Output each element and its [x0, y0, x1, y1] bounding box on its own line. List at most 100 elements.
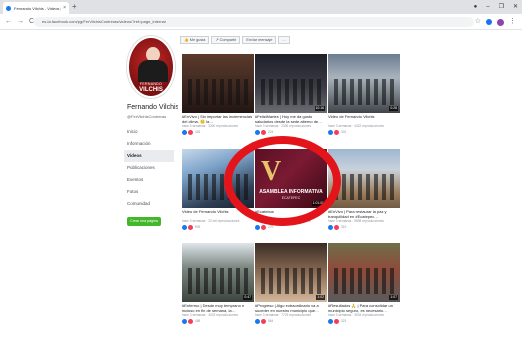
- like-page-button[interactable]: 👍 Me gusta: [180, 36, 210, 44]
- like-reaction-icon: [182, 318, 187, 324]
- video-title[interactable]: #EnVivo | Sin importar las inclemencias …: [182, 114, 254, 124]
- account-icon[interactable]: ●: [474, 1, 478, 13]
- reaction-count: 488: [195, 318, 201, 323]
- thumbnail-banner-sub: ECATEPEC: [281, 196, 301, 200]
- video-title[interactable]: #Enfermo | Desde muy temprano e incluso …: [182, 303, 254, 313]
- video-title[interactable]: #EnVivo | Para restaurar la paz y tranqu…: [328, 209, 400, 219]
- video-card[interactable]: #EnVivo | Sin importar las inclemencias …: [182, 54, 254, 135]
- sidebar-item-0[interactable]: Inicio: [124, 126, 174, 138]
- avatar-caption: FERNANDO: [139, 82, 163, 86]
- thumbnail-people: [261, 79, 321, 105]
- video-reactions[interactable]: 302: [328, 129, 400, 135]
- maximize-button[interactable]: ❐: [499, 1, 504, 13]
- bookmark-star-icon[interactable]: ☆: [475, 17, 481, 27]
- love-reaction-icon: [334, 129, 339, 135]
- video-title[interactable]: Video de Fernando Vilchis: [328, 114, 400, 124]
- video-title[interactable]: #Ecatebus: [255, 209, 327, 219]
- video-reactions[interactable]: 488: [182, 318, 254, 324]
- video-meta: hace 3 semanas · 4322 reproducciones: [328, 124, 384, 128]
- video-reactions[interactable]: 564: [255, 318, 327, 324]
- reaction-count: 224: [268, 129, 274, 134]
- video-card[interactable]: #EnVivo | Para restaurar la paz y tranqu…: [328, 149, 400, 230]
- video-card[interactable]: V ASAMBLEA INFORMATIVA ECATEPEC 1:01:00 #Eca…: [255, 149, 327, 230]
- extension-icon[interactable]: [486, 19, 492, 25]
- reaction-count: 270: [268, 224, 274, 229]
- video-card[interactable]: 0:28 Video de Fernando Vilchis hace 3 sema…: [328, 54, 400, 135]
- video-thumbnail[interactable]: [328, 149, 400, 208]
- video-card[interactable]: 10:16 #FeliziMartes | Hoy me da gusto sal…: [255, 54, 327, 135]
- navigation-buttons: ← → C: [5, 17, 34, 27]
- video-thumbnail[interactable]: [182, 149, 254, 208]
- page-action-bar: 👍 Me gusta ↗ Compartir Enviar mensaje ..…: [180, 36, 290, 44]
- reaction-count: 426: [195, 129, 201, 134]
- close-window-button[interactable]: ✕: [513, 1, 518, 13]
- video-card[interactable]: 1:02 #Progreso | Algo extraordinario va a…: [255, 243, 327, 324]
- video-meta: hace 3 semanas · 4023 reproducciones: [182, 313, 238, 317]
- video-reactions[interactable]: 319: [328, 224, 400, 230]
- page-sidebar-nav: Inicio Información Videos Publicaciones Even…: [124, 126, 174, 210]
- browser-tab-bar: Fernando Vilchis - Videos | Face × + ● –…: [0, 0, 522, 14]
- video-title[interactable]: #FeliziMartes | Hoy me da gusto saludarl…: [255, 114, 327, 124]
- like-reaction-icon: [182, 224, 187, 230]
- video-thumbnail[interactable]: 1:07: [328, 243, 400, 302]
- browser-right-icons: ☆ ⋮: [475, 17, 516, 27]
- sidebar-item-3[interactable]: Publicaciones: [124, 162, 174, 174]
- video-meta: hace 3 semanas · 22 mil reproducciones: [182, 219, 240, 223]
- video-meta: hace 3 semanas · 7723 reproducciones: [255, 313, 311, 317]
- thumbnail-people: [334, 268, 394, 294]
- sidebar-item-label: Videos: [127, 153, 142, 158]
- like-reaction-icon: [328, 129, 333, 135]
- love-reaction-icon: [188, 224, 193, 230]
- video-card[interactable]: 0:47 #Enfermo | Desde muy temprano e incl…: [182, 243, 254, 324]
- sidebar-item-6[interactable]: Comunidad: [124, 198, 174, 210]
- video-meta: hace 3 semanas · 3300 reproducciones: [182, 124, 238, 128]
- video-duration: 1:07: [389, 295, 398, 300]
- sidebar-item-2[interactable]: Videos: [124, 150, 174, 162]
- address-bar[interactable]: es-la.facebook.com/pg/FerVilchisContrera…: [34, 17, 474, 27]
- video-title[interactable]: Video de Fernando Vilchis: [182, 209, 254, 219]
- page-handle[interactable]: @FerVilchisContreras: [127, 114, 166, 119]
- create-page-button[interactable]: Crear una página: [127, 217, 161, 226]
- like-reaction-icon: [255, 224, 260, 230]
- video-reactions[interactable]: 224: [255, 129, 327, 135]
- sidebar-item-1[interactable]: Información: [124, 138, 174, 150]
- video-reactions[interactable]: 323: [328, 318, 400, 324]
- share-button[interactable]: ↗ Compartir: [211, 36, 241, 44]
- sidebar-item-label: Inicio: [127, 129, 138, 134]
- video-card[interactable]: 1:07 #Resultados 🙏 | Para consolidar un m…: [328, 243, 400, 324]
- video-title[interactable]: #Resultados 🙏 | Para consolidar un munic…: [328, 303, 400, 313]
- send-message-button[interactable]: Enviar mensaje: [242, 36, 277, 44]
- video-reactions[interactable]: 593: [182, 224, 254, 230]
- more-options-button[interactable]: ...: [278, 36, 290, 44]
- video-thumbnail[interactable]: 1:02: [255, 243, 327, 302]
- browser-menu-icon[interactable]: ⋮: [509, 17, 516, 27]
- video-card[interactable]: Video de Fernando Vilchis hace 3 semanas …: [182, 149, 254, 230]
- video-thumbnail[interactable]: 10:16: [255, 54, 327, 113]
- video-thumbnail[interactable]: 0:47: [182, 243, 254, 302]
- browser-tab[interactable]: Fernando Vilchis - Videos | Face ×: [3, 2, 69, 14]
- screenshot: Fernando Vilchis - Videos | Face × + ● –…: [0, 0, 522, 339]
- video-thumbnail[interactable]: [182, 54, 254, 113]
- reaction-count: 564: [268, 318, 274, 323]
- close-tab-icon[interactable]: ×: [63, 5, 66, 11]
- video-meta: hace 3 semanas · 3004 reproducciones: [328, 313, 384, 317]
- sidebar-item-label: Información: [127, 141, 151, 146]
- like-reaction-icon: [328, 318, 333, 324]
- video-thumbnail[interactable]: 0:28: [328, 54, 400, 113]
- sidebar-item-4[interactable]: Eventos: [124, 174, 174, 186]
- profile-avatar-icon[interactable]: [497, 18, 504, 26]
- reaction-count: 593: [195, 224, 201, 229]
- new-tab-button[interactable]: +: [72, 2, 77, 12]
- sidebar-item-label: Fotos: [127, 189, 139, 194]
- back-arrow-icon[interactable]: ←: [5, 17, 12, 27]
- page-avatar[interactable]: FERNANDO VILCHIS: [127, 36, 175, 98]
- love-reaction-icon: [261, 224, 266, 230]
- video-title[interactable]: #Progreso | Algo extraordinario va a suc…: [255, 303, 327, 313]
- minimize-button[interactable]: –: [486, 1, 489, 13]
- video-reactions[interactable]: 270: [255, 224, 327, 230]
- sidebar-item-5[interactable]: Fotos: [124, 186, 174, 198]
- video-reactions[interactable]: 426: [182, 129, 254, 135]
- video-thumbnail[interactable]: V ASAMBLEA INFORMATIVA ECATEPEC 1:01:00: [255, 149, 327, 208]
- forward-arrow-icon[interactable]: →: [17, 17, 24, 27]
- facebook-favicon-icon: [6, 5, 11, 11]
